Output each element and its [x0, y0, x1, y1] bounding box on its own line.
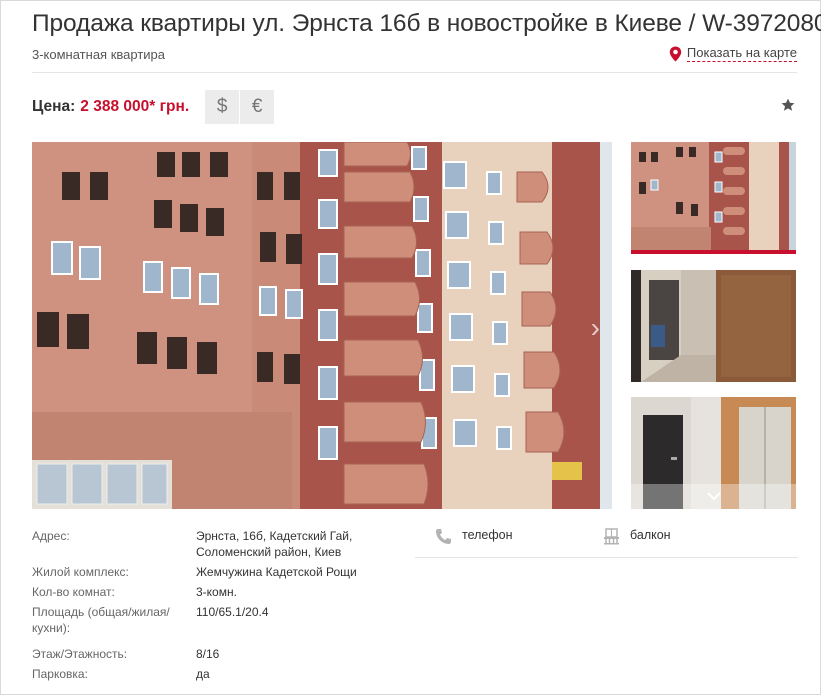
detail-row-rooms: Кол-во комнат: 3-комн. [32, 584, 372, 604]
detail-value: Эрнста, 16б, Кадетский Гай, Соломенский … [196, 528, 372, 564]
header-divider [32, 72, 797, 73]
features-list: телефон балкон [415, 528, 798, 558]
detail-value: Жемчужина Кадетской Рощи [196, 565, 357, 579]
phone-icon [436, 529, 451, 544]
detail-label: Этаж/Этажность: [32, 647, 128, 661]
detail-value: да [196, 667, 210, 681]
detail-row-complex: Жилой комплекс: Жемчужина Кадетской Рощи [32, 564, 372, 584]
price-value: 2 388 000* грн. [80, 98, 190, 115]
detail-label: Кол-во комнат: [32, 585, 115, 599]
detail-value: 3-комн. [196, 585, 237, 599]
active-thumbnail-indicator [631, 250, 796, 254]
page-title: Продажа квартиры ул. Эрнста 16б в новост… [32, 10, 821, 37]
star-icon[interactable] [781, 98, 795, 112]
detail-value: 110/65.1/20.4 [196, 605, 269, 619]
detail-label: Площадь (общая/жилая/ кухни): [32, 604, 196, 646]
currency-eur-button[interactable]: € [240, 90, 275, 124]
thumbnails-scroll-down-button[interactable] [631, 484, 796, 509]
photo-thumbnail-1[interactable] [631, 142, 796, 254]
main-photo[interactable]: › [32, 142, 612, 509]
address-line-1: Эрнста, 16б, Кадетский Гай, [196, 529, 353, 543]
detail-label: Жилой комплекс: [32, 565, 129, 579]
chevron-right-icon[interactable]: › [591, 312, 600, 344]
chevron-down-icon [706, 492, 721, 501]
thumbnail-building-image [631, 142, 796, 254]
feature-label: телефон [462, 528, 513, 542]
map-pin-icon [669, 46, 682, 61]
balcony-icon [604, 528, 619, 545]
building-photo [32, 142, 612, 509]
listing-subtitle: 3-комнатная квартира [32, 47, 165, 62]
detail-row-floor: Этаж/Этажность: 8/16 [32, 646, 372, 666]
detail-label: Адрес: [32, 529, 70, 543]
area-label-line-2: кухни): [32, 621, 71, 635]
detail-row-address: Адрес: Эрнста, 16б, Кадетский Гай, Солом… [32, 528, 372, 564]
detail-label: Парковка: [32, 667, 88, 681]
price-row: Цена: 2 388 000* грн. $ € [32, 90, 275, 124]
detail-row-area: Площадь (общая/жилая/ кухни): 110/65.1/2… [32, 604, 372, 646]
show-on-map-link[interactable]: Показать на карте [669, 45, 797, 62]
address-line-2: Соломенский район, Киев [196, 545, 342, 559]
thumbnail-hallway-image [631, 270, 796, 382]
currency-usd-button[interactable]: $ [205, 90, 240, 124]
feature-label: балкон [630, 528, 671, 542]
area-label-line-1: Площадь (общая/жилая/ [32, 605, 170, 619]
feature-phone: телефон [415, 528, 583, 557]
map-link-label: Показать на карте [686, 45, 797, 62]
photo-thumbnail-2[interactable] [631, 270, 796, 382]
detail-row-parking: Парковка: да [32, 666, 372, 686]
detail-value: 8/16 [196, 647, 220, 661]
feature-balcony: балкон [583, 528, 751, 557]
property-details: Адрес: Эрнста, 16б, Кадетский Гай, Солом… [32, 528, 372, 686]
price-label: Цена: [32, 98, 76, 115]
